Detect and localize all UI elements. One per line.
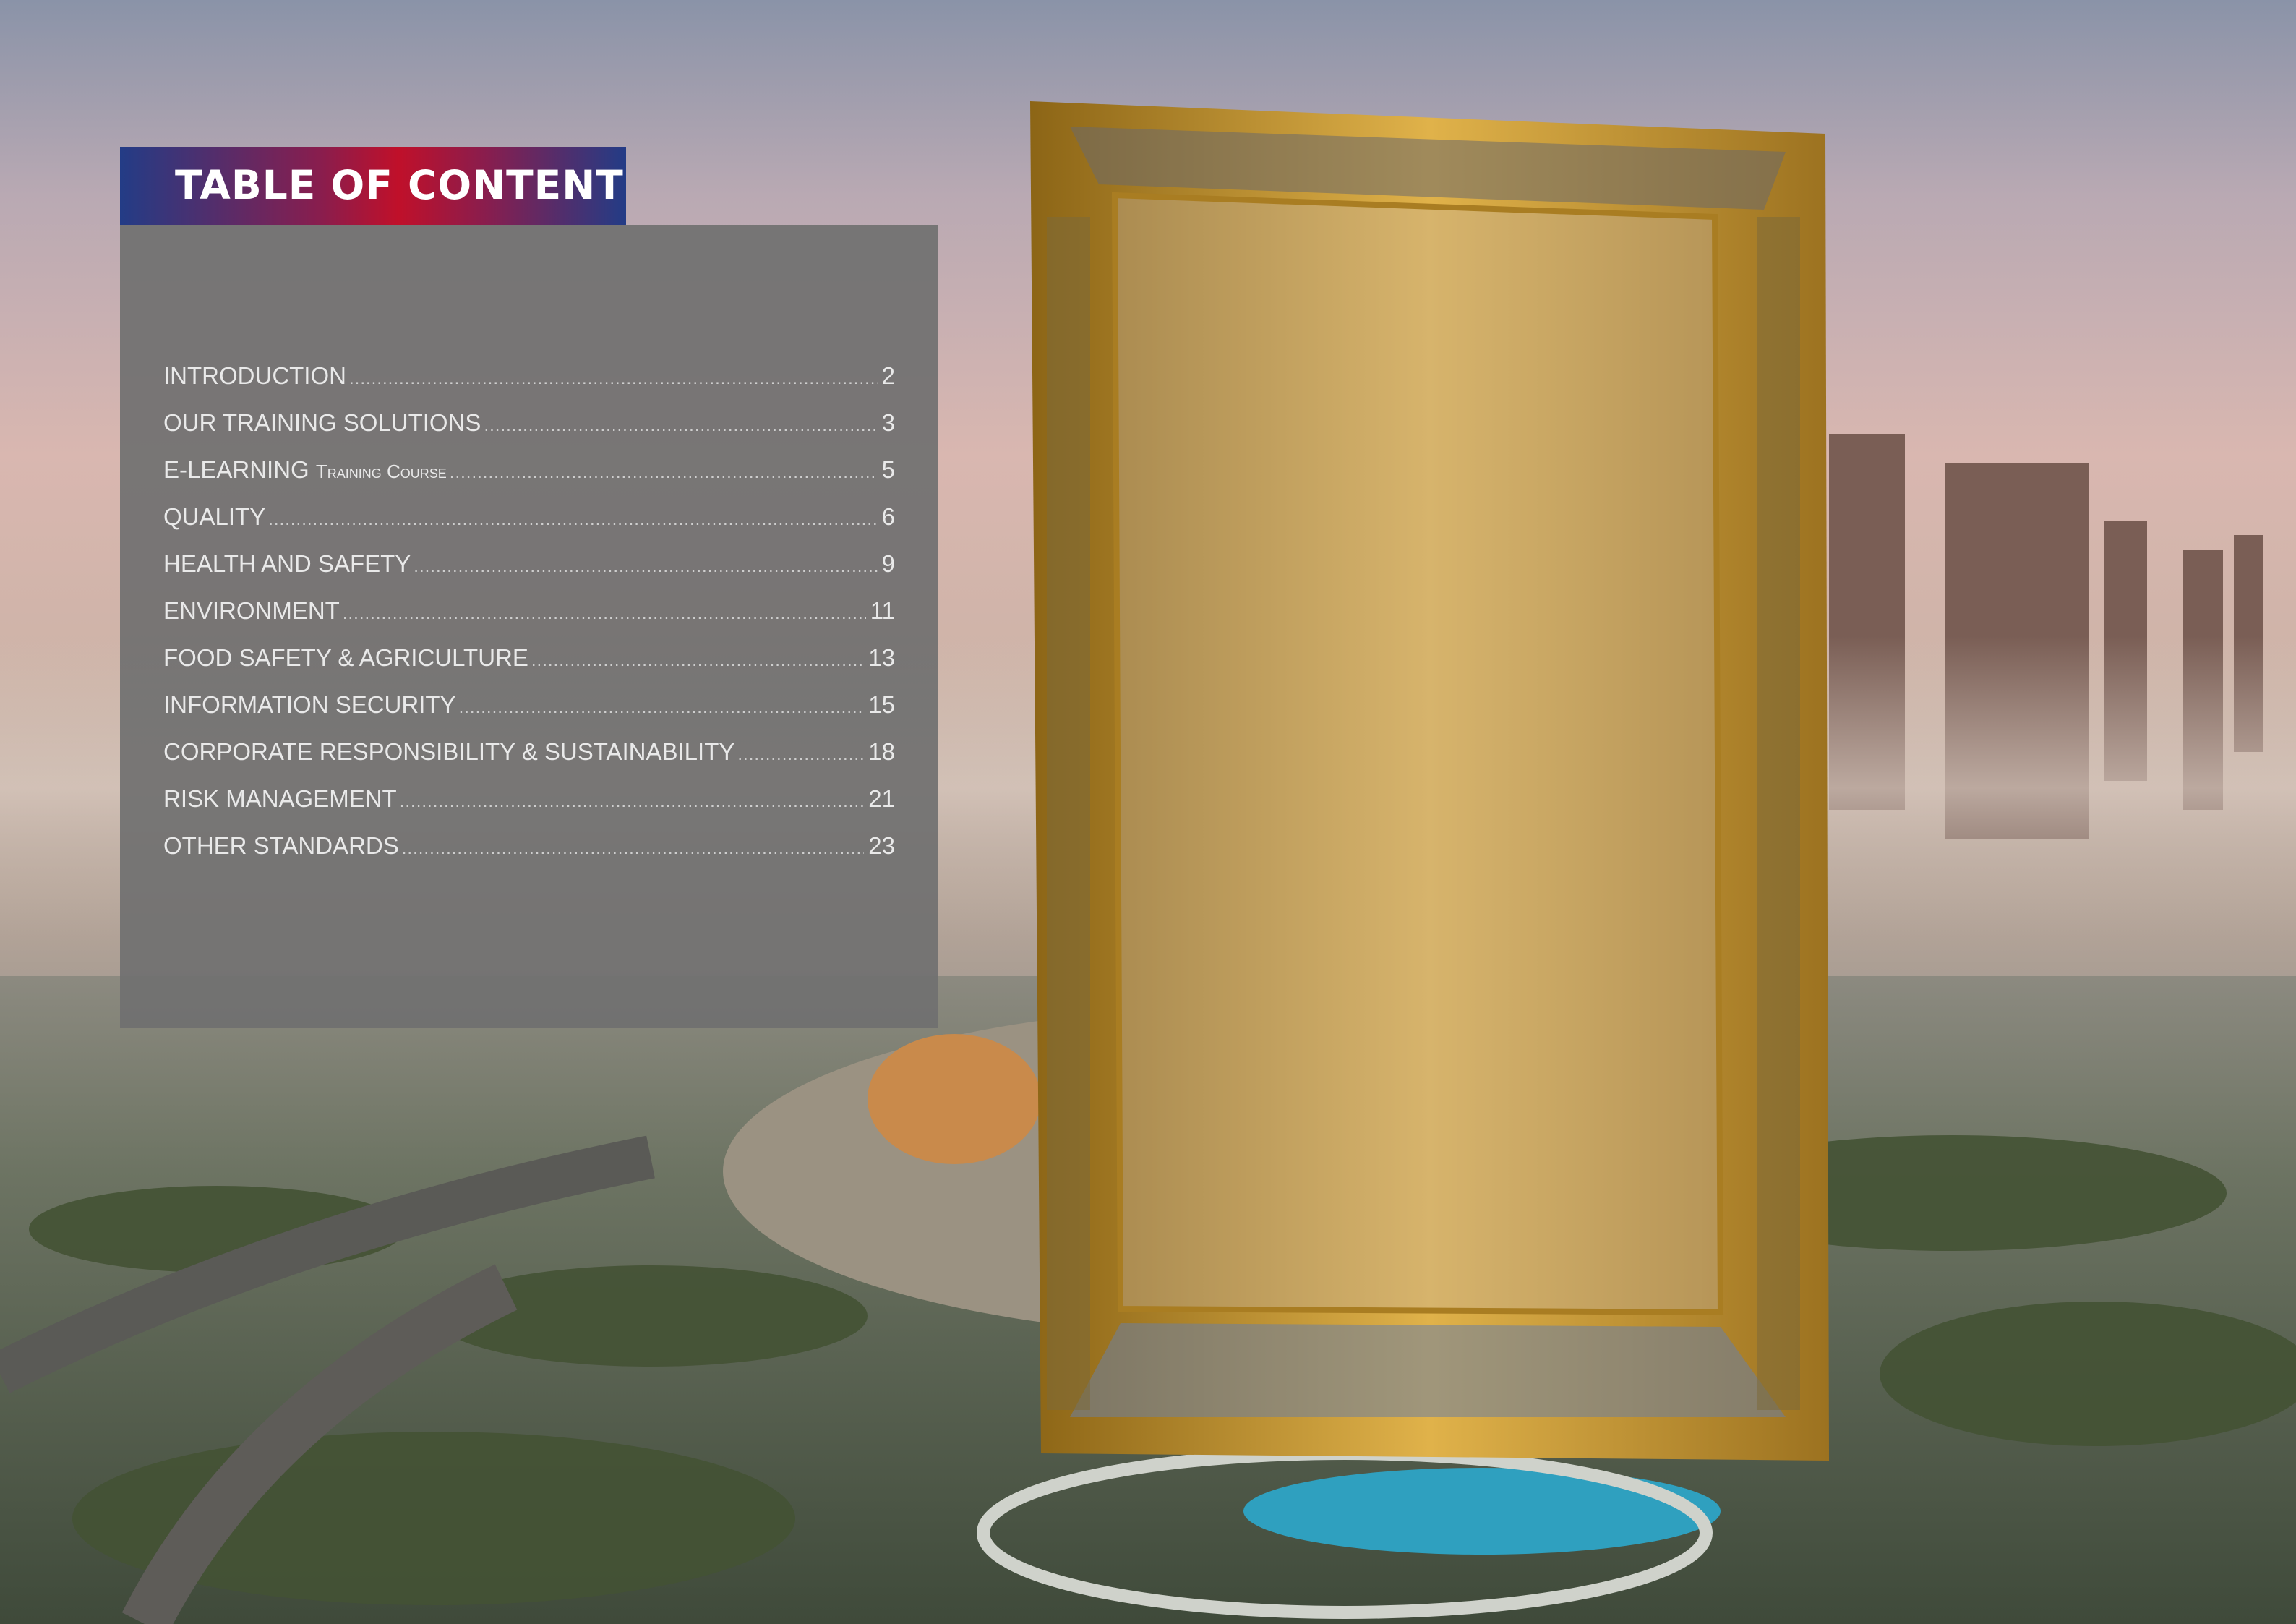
toc-entry-label-text: CORPORATE RESPONSIBILITY & SUSTAINABILIT… xyxy=(163,738,735,765)
toc-entry-label-text: INFORMATION SECURITY xyxy=(163,691,456,718)
toc-entry-label: INTRODUCTION xyxy=(163,362,346,390)
toc-entry[interactable]: INFORMATION SECURITY 15 xyxy=(163,691,895,738)
toc-entry-page: 15 xyxy=(868,691,895,718)
toc-leader-dots xyxy=(349,369,878,389)
toc-entry-label-text: RISK MANAGEMENT xyxy=(163,785,397,812)
toc-title: TABLE OF CONTENT xyxy=(175,162,624,208)
toc-entry-label-text: QUALITY xyxy=(163,503,266,530)
toc-leader-dots xyxy=(343,604,866,624)
toc-entry[interactable]: RISK MANAGEMENT 21 xyxy=(163,785,895,832)
toc-entry[interactable]: QUALITY 6 xyxy=(163,503,895,550)
toc-entry-label: OUR TRAINING SOLUTIONS xyxy=(163,409,481,437)
toc-leader-dots xyxy=(459,698,865,718)
toc-leader-dots xyxy=(531,651,864,671)
toc-entry-label-text: E-LEARNING xyxy=(163,456,316,483)
toc-list: INTRODUCTION 2 OUR TRAINING SOLUTIONS 3 E-LE… xyxy=(163,362,895,879)
toc-header-banner: TABLE OF CONTENT xyxy=(120,147,626,225)
toc-entry-label: INFORMATION SECURITY xyxy=(163,691,456,719)
toc-entry[interactable]: CORPORATE RESPONSIBILITY & SUSTAINABILIT… xyxy=(163,738,895,785)
toc-entry-page: 2 xyxy=(881,362,895,389)
toc-entry-page: 23 xyxy=(868,832,895,859)
toc-entry-page: 13 xyxy=(868,644,895,671)
toc-entry-page: 18 xyxy=(868,738,895,765)
toc-entry-label-text: INTRODUCTION xyxy=(163,362,346,389)
toc-panel: INTRODUCTION 2 OUR TRAINING SOLUTIONS 3 E-LE… xyxy=(120,225,938,1028)
toc-entry[interactable]: OUR TRAINING SOLUTIONS 3 xyxy=(163,409,895,456)
toc-entry-label-text: OTHER STANDARDS xyxy=(163,832,399,859)
toc-entry-label: HEALTH AND SAFETY xyxy=(163,550,411,578)
toc-leader-dots xyxy=(268,510,877,530)
toc-entry[interactable]: E-LEARNING Training Course 5 xyxy=(163,456,895,503)
toc-entry-page: 9 xyxy=(881,550,895,577)
toc-entry-page: 6 xyxy=(881,503,895,530)
toc-entry-label-text: FOOD SAFETY & AGRICULTURE xyxy=(163,644,528,671)
toc-entry-label: ENVIRONMENT xyxy=(163,597,340,625)
toc-entry-label: QUALITY xyxy=(163,503,265,531)
toc-leader-dots xyxy=(737,745,864,765)
toc-entry-label-text: HEALTH AND SAFETY xyxy=(163,550,411,577)
toc-entry-label-text: OUR TRAINING SOLUTIONS xyxy=(163,409,481,436)
toc-entry[interactable]: INTRODUCTION 2 xyxy=(163,362,895,409)
toc-entry[interactable]: FOOD SAFETY & AGRICULTURE 13 xyxy=(163,644,895,691)
toc-entry[interactable]: ENVIRONMENT 11 xyxy=(163,597,895,644)
toc-leader-dots xyxy=(402,839,865,859)
toc-entry[interactable]: HEALTH AND SAFETY 9 xyxy=(163,550,895,597)
toc-entry-label: CORPORATE RESPONSIBILITY & SUSTAINABILIT… xyxy=(163,738,734,766)
toc-entry-page: 21 xyxy=(868,785,895,812)
toc-entry-page: 5 xyxy=(881,456,895,483)
toc-entry-label: OTHER STANDARDS xyxy=(163,832,399,860)
toc-entry-page: 3 xyxy=(881,409,895,436)
toc-entry-page: 11 xyxy=(870,597,895,624)
toc-entry[interactable]: OTHER STANDARDS 23 xyxy=(163,832,895,879)
toc-leader-dots xyxy=(450,463,878,483)
toc-leader-dots xyxy=(400,792,865,812)
toc-entry-label: E-LEARNING Training Course xyxy=(163,456,447,484)
toc-leader-dots xyxy=(484,416,877,436)
toc-leader-dots xyxy=(414,557,877,577)
toc-entry-label: FOOD SAFETY & AGRICULTURE xyxy=(163,644,528,672)
toc-entry-label-text: ENVIRONMENT xyxy=(163,597,340,624)
toc-entry-label: RISK MANAGEMENT xyxy=(163,785,397,813)
toc-entry-label-smallcaps: Training Course xyxy=(315,461,447,482)
